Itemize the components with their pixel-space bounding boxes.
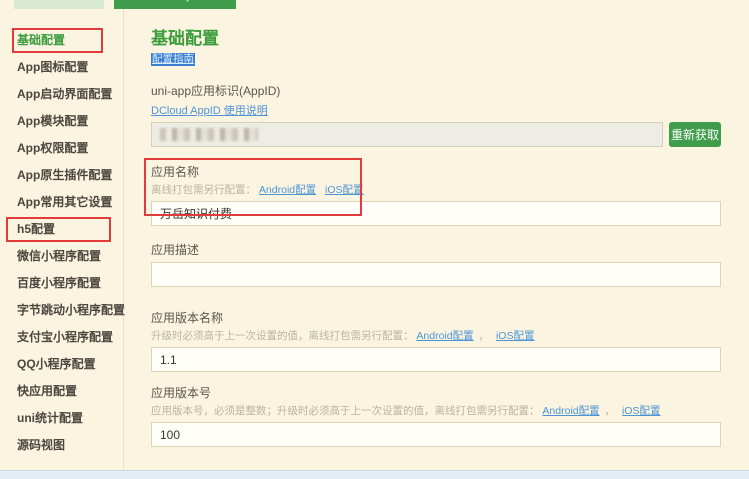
dcloud-appid-doc-link[interactable]: DCloud AppID 使用说明: [151, 102, 268, 118]
page-title: 基础配置: [151, 29, 219, 48]
sidebar-item-12[interactable]: QQ小程序配置: [0, 351, 123, 378]
sidebar-item-11[interactable]: 支付宝小程序配置: [0, 324, 123, 351]
sidebar-item-label: 支付宝小程序配置: [17, 330, 114, 344]
sidebar-item-14[interactable]: uni统计配置: [0, 405, 123, 432]
app-description-section: 应用描述: [151, 241, 721, 287]
sidebar-item-10[interactable]: 字节跳动小程序配置: [0, 297, 126, 324]
editor-tab-bar: index.vue × manifest.json: [0, 0, 749, 9]
tab-index-vue[interactable]: index.vue ×: [14, 0, 104, 9]
sidebar-item-label: QQ小程序配置: [17, 357, 96, 371]
sidebar-item-label: App原生插件配置: [17, 168, 113, 182]
appid-section: uni-app应用标识(AppID) DCloud AppID 使用说明 重新获…: [151, 82, 749, 147]
sidebar-item-3[interactable]: App模块配置: [0, 108, 123, 135]
config-sidebar: 基础配置 App图标配置 App启动界面配置 App模块配置 App权限配置 App原生插…: [0, 9, 126, 471]
refresh-appid-button[interactable]: 重新获取: [669, 122, 721, 147]
sidebar-item-15[interactable]: 源码视图: [0, 432, 123, 459]
sidebar-item-13[interactable]: 快应用配置: [0, 378, 123, 405]
close-icon[interactable]: ×: [84, 0, 90, 2]
field-hint: 应用版本号，必须是整数；升级时必须高于上一次设置的值，离线打包需另行配置： An…: [151, 403, 721, 418]
sidebar-item-label: 源码视图: [17, 438, 66, 452]
app-description-input[interactable]: [151, 262, 721, 287]
field-label: 应用描述: [151, 243, 200, 257]
appid-input[interactable]: [151, 122, 663, 147]
sidebar-item-label: h5配置: [17, 222, 56, 236]
ios-config-link[interactable]: iOS配置: [325, 184, 364, 196]
version-code-section: 应用版本号 应用版本号，必须是整数；升级时必须高于上一次设置的值，离线打包需另行…: [151, 384, 721, 447]
sidebar-item-label: App权限配置: [17, 141, 89, 155]
sidebar-item-label: App常用其它设置: [17, 195, 113, 209]
tab-label: index.vue: [27, 0, 74, 2]
android-config-link[interactable]: Android配置: [416, 330, 473, 342]
hint-separator: ，: [478, 330, 490, 342]
sidebar-item-label: App图标配置: [17, 60, 89, 74]
hint-separator: ，: [604, 405, 616, 417]
version-name-input[interactable]: [151, 347, 721, 372]
sidebar-item-label: uni统计配置: [17, 411, 83, 425]
android-config-link[interactable]: Android配置: [542, 405, 599, 417]
main-panel: 基础配置 配置指南 uni-app应用标识(AppID) DCloud AppI…: [124, 9, 749, 471]
sidebar-item-label: 快应用配置: [17, 384, 78, 398]
tab-manifest-json[interactable]: manifest.json: [113, 0, 236, 9]
version-code-input[interactable]: [151, 422, 721, 447]
sidebar-item-5[interactable]: App原生插件配置: [0, 162, 123, 189]
field-label: 应用名称: [151, 165, 200, 179]
hint-text: 离线打包需另行配置：: [151, 184, 256, 196]
hint-text: 应用版本号，必须是整数；升级时必须高于上一次设置的值，离线打包需另行配置：: [151, 405, 540, 417]
sidebar-item-0[interactable]: 基础配置: [0, 27, 123, 54]
field-label: 应用版本号: [151, 386, 212, 400]
ios-config-link[interactable]: iOS配置: [496, 330, 535, 342]
sidebar-item-label: 百度小程序配置: [17, 276, 102, 290]
appid-redacted-value: [160, 128, 258, 141]
version-name-section: 应用版本名称 升级时必须高于上一次设置的值，离线打包需另行配置： Android…: [151, 309, 721, 372]
app-name-input[interactable]: [151, 201, 721, 226]
sidebar-item-6[interactable]: App常用其它设置: [0, 189, 123, 216]
ios-config-link[interactable]: iOS配置: [622, 405, 661, 417]
hint-text: 升级时必须高于上一次设置的值，离线打包需另行配置：: [151, 330, 414, 342]
sidebar-item-7[interactable]: h5配置: [0, 216, 123, 243]
field-hint: 离线打包需另行配置： Android配置 iOS配置: [151, 182, 721, 197]
sidebar-item-1[interactable]: App图标配置: [0, 54, 123, 81]
field-label: 应用版本名称: [151, 311, 224, 325]
guide-link[interactable]: 配置指南: [151, 53, 195, 66]
sidebar-item-label: 基础配置: [17, 33, 66, 47]
sidebar-item-label: 微信小程序配置: [17, 249, 102, 263]
sidebar-item-8[interactable]: 微信小程序配置: [0, 243, 123, 270]
sidebar-item-label: App模块配置: [17, 114, 89, 128]
window-bottom-strip: [0, 470, 749, 479]
content-row: 基础配置 App图标配置 App启动界面配置 App模块配置 App权限配置 App原生插…: [0, 9, 749, 471]
sidebar-item-4[interactable]: App权限配置: [0, 135, 123, 162]
manifest-editor-page: index.vue × manifest.json 基础配置 App图标配置 App…: [0, 0, 749, 479]
tab-label: manifest.json: [142, 0, 207, 2]
appid-label: uni-app应用标识(AppID): [151, 84, 281, 98]
sidebar-item-label: 字节跳动小程序配置: [17, 303, 126, 317]
app-name-section: 应用名称 离线打包需另行配置： Android配置 iOS配置: [144, 158, 721, 226]
android-config-link[interactable]: Android配置: [259, 184, 316, 196]
field-hint: 升级时必须高于上一次设置的值，离线打包需另行配置： Android配置 ， iO…: [151, 328, 721, 343]
sidebar-item-9[interactable]: 百度小程序配置: [0, 270, 123, 297]
sidebar-item-2[interactable]: App启动界面配置: [0, 81, 123, 108]
sidebar-item-label: App启动界面配置: [17, 87, 113, 101]
